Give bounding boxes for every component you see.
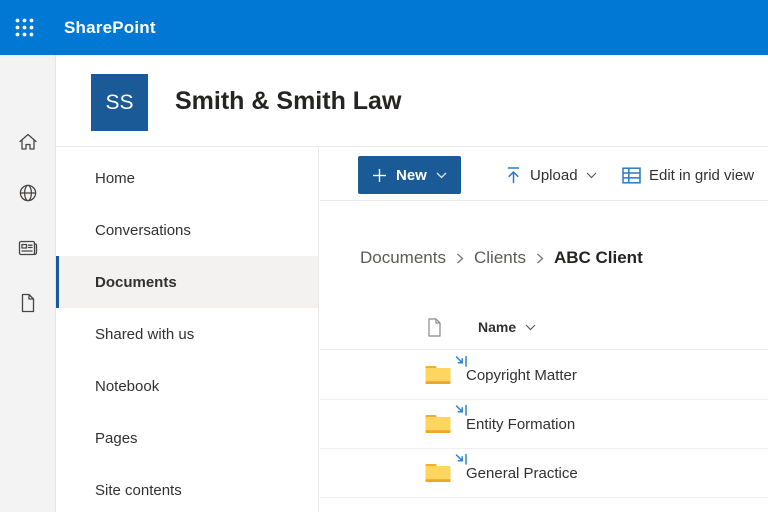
news-icon[interactable]	[18, 238, 38, 258]
page-icon[interactable]	[18, 293, 38, 313]
table-row[interactable]: General Practice	[320, 449, 768, 498]
app-title[interactable]: SharePoint	[64, 18, 156, 38]
chevron-right-icon	[536, 253, 544, 264]
folder-icon	[425, 365, 451, 385]
list-header-row: Name	[320, 307, 768, 350]
nav-item-documents[interactable]: Documents	[56, 256, 318, 308]
breadcrumb-documents[interactable]: Documents	[360, 248, 446, 268]
chevron-down-icon	[586, 172, 597, 179]
site-title[interactable]: Smith & Smith Law	[175, 87, 401, 116]
folder-list: Copyright Matter Entity Formation	[320, 351, 768, 498]
new-button-label: New	[396, 167, 427, 184]
upload-arrow-icon	[505, 166, 522, 184]
breadcrumb-clients[interactable]: Clients	[474, 248, 526, 268]
table-row[interactable]: Copyright Matter	[320, 351, 768, 400]
app-launcher-waffle-icon[interactable]	[0, 0, 48, 55]
nav-item-home[interactable]: Home	[56, 152, 318, 204]
breadcrumb-abc-client: ABC Client	[554, 248, 643, 268]
waffle-icon	[14, 17, 35, 38]
nav-item-shared-with-us[interactable]: Shared with us	[56, 308, 318, 360]
name-column-label: Name	[478, 319, 516, 335]
upload-button[interactable]: Upload	[505, 156, 597, 194]
site-left-nav: Home Conversations Documents Shared with…	[56, 147, 319, 512]
chevron-down-icon	[525, 324, 536, 331]
plus-icon	[372, 168, 387, 183]
document-library: New Upload Edit in grid view	[320, 147, 768, 512]
folder-icon	[425, 414, 451, 434]
folder-name[interactable]: General Practice	[466, 449, 578, 498]
edit-in-grid-view-label: Edit in grid view	[649, 167, 754, 184]
left-app-rail	[0, 55, 56, 512]
nav-item-conversations[interactable]: Conversations	[56, 204, 318, 256]
chevron-down-icon	[436, 172, 447, 179]
new-button[interactable]: New	[358, 156, 461, 194]
site-logo[interactable]: SS	[91, 74, 148, 131]
folder-name[interactable]: Entity Formation	[466, 400, 575, 449]
breadcrumb: Documents Clients ABC Client	[360, 248, 643, 268]
grid-table-icon	[622, 167, 641, 184]
home-icon[interactable]	[18, 132, 38, 152]
app-top-bar: SharePoint	[0, 0, 768, 55]
globe-icon[interactable]	[18, 183, 38, 203]
file-type-column-icon[interactable]	[427, 318, 442, 337]
edit-in-grid-view-button[interactable]: Edit in grid view	[622, 156, 754, 194]
name-column-header[interactable]: Name	[478, 319, 536, 335]
command-bar: New Upload Edit in grid view	[320, 147, 768, 201]
upload-button-label: Upload	[530, 167, 578, 184]
nav-item-site-contents[interactable]: Site contents	[56, 464, 318, 516]
folder-name[interactable]: Copyright Matter	[466, 351, 577, 400]
nav-item-pages[interactable]: Pages	[56, 412, 318, 464]
table-row[interactable]: Entity Formation	[320, 400, 768, 449]
nav-item-notebook[interactable]: Notebook	[56, 360, 318, 412]
chevron-right-icon	[456, 253, 464, 264]
folder-icon	[425, 463, 451, 483]
